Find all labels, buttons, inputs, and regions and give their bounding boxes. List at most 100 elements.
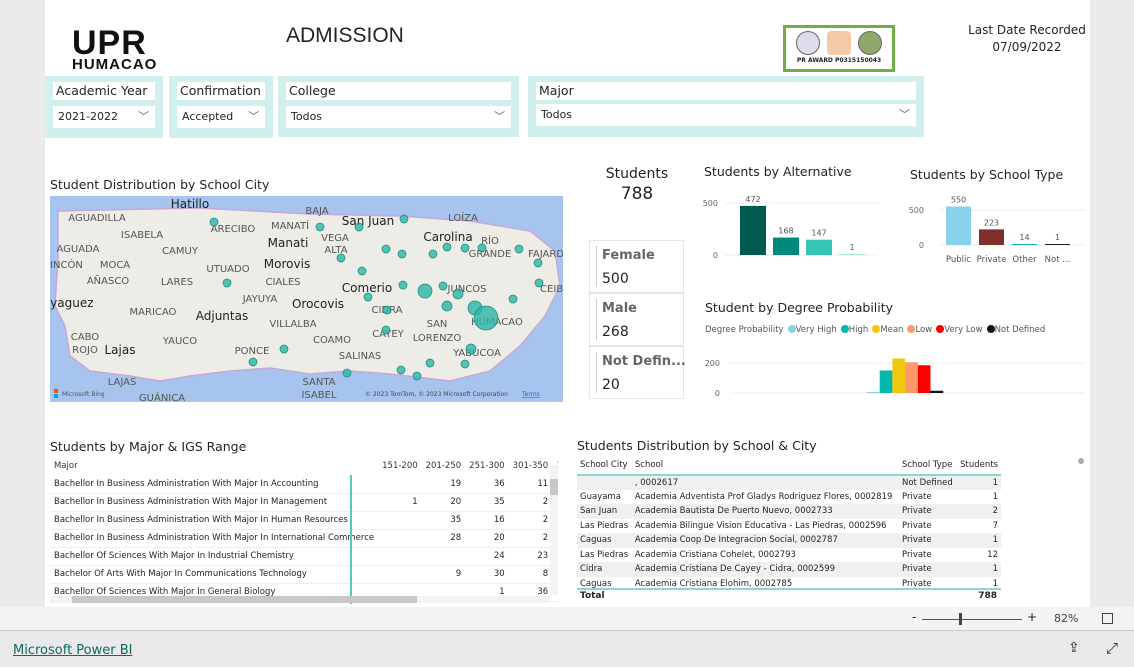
city-bubble[interactable] — [363, 292, 373, 302]
column-header[interactable]: School Type — [899, 455, 957, 475]
students-by-alternative-chart[interactable]: 0 500 472 168 147 1 — [695, 185, 885, 265]
table-row[interactable]: Bachellor In Business Administration Wit… — [50, 511, 558, 530]
city-bubble[interactable] — [438, 281, 448, 291]
bar[interactable] — [905, 362, 918, 393]
table-row[interactable]: Bachellor Of Sciences With Major In Indu… — [50, 547, 558, 566]
column-header[interactable]: Students — [956, 455, 1001, 475]
city-bubble[interactable] — [460, 243, 470, 253]
bar[interactable] — [867, 392, 880, 393]
major-dropdown[interactable]: Todos ﹀ — [536, 104, 916, 126]
legend-item[interactable]: Low — [907, 325, 932, 335]
vertical-scrollbar[interactable] — [550, 465, 558, 595]
city-bubble[interactable] — [315, 222, 325, 232]
city-bubble[interactable] — [441, 300, 453, 312]
table-row[interactable]: , 0002617 Not Defined 1 — [577, 475, 1001, 490]
table-row[interactable]: Las Piedras Academia Cristiana Cohelet, 0… — [577, 548, 1001, 563]
table-cell: 23 — [508, 547, 553, 566]
city-bubble[interactable] — [342, 368, 352, 378]
bar[interactable] — [1045, 244, 1070, 245]
bar[interactable] — [806, 239, 832, 255]
table-row[interactable]: Guayama Academia Adventista Prof Gladys R… — [577, 490, 1001, 505]
city-bubble[interactable] — [209, 217, 219, 227]
zoom-in-button[interactable]: + — [1027, 610, 1037, 624]
city-bubble[interactable] — [396, 365, 406, 375]
city-bubble[interactable] — [428, 249, 438, 259]
city-bubble[interactable] — [357, 266, 367, 276]
table-row[interactable]: Caguas Academia Coop De Integracion Socia… — [577, 533, 1001, 548]
legend-item[interactable]: High — [840, 325, 868, 335]
table-row[interactable]: Bachellor In Business Administration Wit… — [50, 493, 558, 512]
column-header[interactable]: Major — [50, 457, 378, 475]
column-header[interactable]: 151-200 — [378, 457, 422, 475]
degree-probability-chart[interactable]: 0 200 — [700, 345, 1090, 405]
city-bubble[interactable] — [460, 359, 470, 369]
city-bubble[interactable] — [534, 278, 544, 288]
city-bubble[interactable] — [473, 305, 499, 331]
column-header[interactable]: 201-250 — [422, 457, 466, 475]
table-row[interactable]: Bachellor In Business Administration Wit… — [50, 529, 558, 548]
city-bubble[interactable] — [222, 278, 232, 288]
city-bubble[interactable] — [397, 249, 407, 259]
zoom-out-button[interactable]: - — [912, 610, 916, 624]
legend-item[interactable]: Very Low — [936, 325, 983, 335]
column-header[interactable]: 301-350 — [509, 457, 553, 475]
table-row[interactable]: San Juan Academia Bautista De Puerto Nuev… — [577, 504, 1001, 519]
share-icon[interactable]: ⇪ — [1068, 640, 1080, 656]
academic-year-dropdown[interactable]: 2021-2022 ﹀ — [53, 106, 155, 128]
map-terms-link[interactable]: Terms — [521, 391, 540, 398]
column-header[interactable]: School — [632, 455, 899, 475]
bar[interactable] — [892, 358, 906, 394]
city-bubble[interactable] — [465, 343, 477, 355]
college-dropdown[interactable]: Todos ﹀ — [286, 106, 511, 128]
confirmation-dropdown[interactable]: Accepted ﹀ — [177, 106, 265, 128]
map-place-label: AGUADA — [57, 244, 100, 255]
bar[interactable] — [946, 206, 971, 246]
zoom-slider-handle[interactable] — [959, 613, 962, 625]
table-row[interactable]: Cidra Academia Cristiana De Cayey - Cidra… — [577, 562, 1001, 577]
legend-item[interactable]: Mean — [872, 325, 903, 335]
city-bubble[interactable] — [417, 283, 433, 299]
city-bubble[interactable] — [533, 258, 543, 268]
table-row[interactable]: Bachellor In Business Administration Wit… — [50, 475, 558, 494]
fullscreen-icon[interactable]: ⤢ — [1106, 639, 1118, 657]
city-bubble[interactable] — [398, 280, 408, 290]
city-bubble[interactable] — [425, 358, 435, 368]
city-bubble[interactable] — [354, 222, 364, 232]
city-bubble[interactable] — [381, 244, 391, 254]
fit-to-page-icon[interactable] — [1102, 613, 1113, 624]
city-bubble[interactable] — [508, 294, 518, 304]
bar[interactable] — [1012, 244, 1037, 245]
power-bi-link[interactable]: Microsoft Power BI — [13, 643, 132, 658]
legend-item[interactable]: Very High — [787, 325, 837, 335]
bar[interactable] — [740, 205, 766, 255]
horizontal-scrollbar[interactable] — [50, 596, 550, 603]
city-bubble[interactable] — [514, 244, 524, 254]
table-cell — [378, 547, 422, 566]
table-row[interactable]: Las Piedras Academia Bilingue Vision Educ… — [577, 519, 1001, 534]
scroll-indicator[interactable] — [1078, 458, 1084, 464]
city-bubble[interactable] — [336, 253, 346, 263]
bar[interactable] — [839, 254, 865, 255]
students-by-school-type-chart[interactable]: 0 500 550 Public 223 Private 14 Other 1 Not ... — [900, 185, 1090, 270]
city-bubble[interactable] — [381, 325, 391, 335]
city-bubble[interactable] — [399, 214, 409, 224]
bar[interactable] — [979, 229, 1004, 245]
bar[interactable] — [930, 390, 944, 393]
zoom-slider[interactable] — [922, 619, 1022, 620]
city-bubble[interactable] — [442, 242, 452, 252]
column-header[interactable]: 251-300 — [465, 457, 509, 475]
bar[interactable] — [879, 370, 893, 394]
city-bubble[interactable] — [248, 357, 258, 367]
map-place-label: CAMUY — [162, 246, 199, 257]
city-bubble[interactable] — [477, 243, 487, 253]
city-bubble[interactable] — [279, 344, 289, 354]
column-header[interactable]: School City — [577, 455, 632, 475]
legend-item[interactable]: Not Defined — [986, 325, 1045, 335]
city-bubble[interactable] — [382, 305, 392, 315]
city-bubble[interactable] — [412, 371, 422, 381]
school-city-map[interactable]: Hatillo AGUADILLA ARECIBO BAJA MANATÍ San Jua… — [50, 196, 563, 402]
table-row[interactable]: Bachelor Of Arts With Major In Communica… — [50, 565, 558, 584]
bar[interactable] — [773, 237, 799, 255]
bar[interactable] — [917, 365, 931, 393]
city-bubble[interactable] — [452, 288, 464, 300]
